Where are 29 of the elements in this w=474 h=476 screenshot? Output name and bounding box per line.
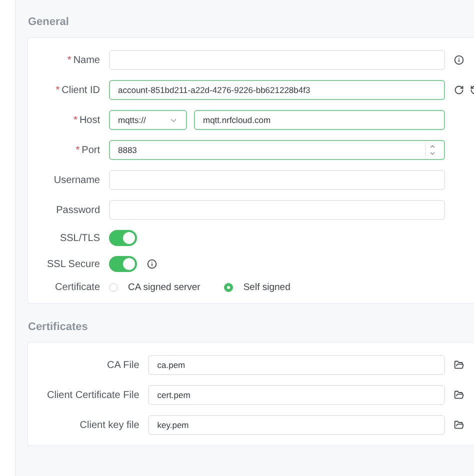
- text-field[interactable]: ca.pem: [148, 355, 445, 375]
- required-mark: *: [74, 114, 78, 126]
- section-title: Certificates: [28, 321, 89, 333]
- field-label: * Host: [72, 114, 100, 126]
- number-field[interactable]: 8883: [109, 140, 445, 160]
- field-label: * Name: [66, 54, 100, 66]
- field-label: Client Certificate File: [47, 390, 140, 400]
- required-mark: *: [67, 54, 72, 66]
- protocol-select[interactable]: mqtts://: [109, 110, 187, 130]
- field-label: * Client ID: [54, 84, 100, 96]
- host-field[interactable]: mqtt.nrfcloud.com: [194, 110, 445, 130]
- field-label: SSL Secure: [47, 258, 100, 270]
- field-label: Certificate: [54, 282, 100, 293]
- field-label: Password: [55, 204, 100, 216]
- field-label: * Port: [74, 144, 100, 156]
- text-field[interactable]: key.pem: [148, 415, 445, 435]
- field-label: Client key file: [78, 420, 140, 430]
- text-field[interactable]: cert.pem: [148, 385, 445, 405]
- required-mark: *: [56, 84, 60, 96]
- field-label: CA File: [106, 360, 140, 370]
- option-label: CA signed server: [128, 282, 200, 293]
- field-label: SSL/TLS: [58, 232, 100, 244]
- radio-option[interactable]: Self signed: [224, 282, 290, 293]
- text-field[interactable]: account-851bd211-a22d-4276-9226-bb621228b4f3: [109, 80, 445, 100]
- field-label: Username: [52, 174, 100, 186]
- section-title: General: [28, 16, 70, 28]
- required-mark: *: [76, 144, 80, 156]
- radio-option[interactable]: CA signed server: [109, 282, 200, 293]
- option-label: Self signed: [243, 282, 290, 293]
